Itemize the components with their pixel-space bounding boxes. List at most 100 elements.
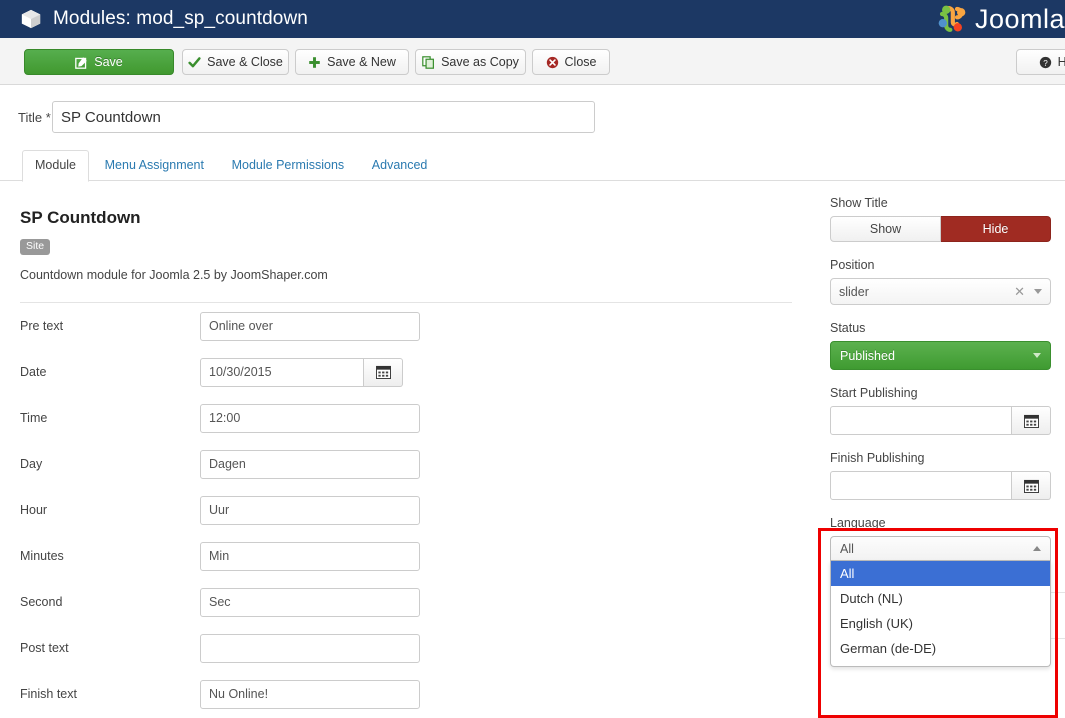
toolbar: Save Save & Close Save & New Save as Cop… (0, 38, 1065, 85)
language-block: Language All All Dutch (NL) English (UK)… (830, 516, 1051, 667)
minutes-input[interactable] (200, 542, 420, 571)
field-label-hour: Hour (20, 503, 200, 517)
field-row-day: Day (0, 441, 812, 487)
show-title-show-button[interactable]: Show (830, 216, 941, 242)
position-block: Position slider ✕ (830, 258, 1051, 305)
calendar-icon (1024, 414, 1039, 428)
clear-icon[interactable]: ✕ (1014, 284, 1034, 300)
finish-publishing-input[interactable] (830, 471, 1012, 500)
title-label: Title * (0, 110, 52, 125)
svg-text:?: ? (1043, 58, 1048, 67)
field-row-second: Second (0, 579, 812, 625)
field-label-time: Time (20, 411, 200, 425)
module-description: Countdown module for Joomla 2.5 by JoomS… (0, 268, 812, 282)
save-and-close-label: Save & Close (207, 55, 283, 69)
title-row: Title * (0, 98, 1065, 136)
tab-bar: Module Menu Assignment Module Permission… (0, 150, 1065, 181)
close-button-label: Close (565, 55, 597, 69)
pre-text-input[interactable] (200, 312, 420, 341)
language-options-list: All Dutch (NL) English (UK) German (de-D… (830, 561, 1051, 667)
language-select[interactable]: All (830, 536, 1051, 561)
module-form-left: SP Countdown Site Countdown module for J… (0, 196, 812, 717)
page-title: Modules: mod_sp_countdown (53, 8, 308, 30)
field-label-date: Date (20, 365, 200, 379)
field-row-date: Date (0, 349, 812, 395)
show-title-toggle: Show Hide (830, 216, 1051, 242)
language-option-german[interactable]: German (de-DE) (831, 636, 1050, 661)
position-value: slider (839, 285, 869, 299)
field-row-time: Time (0, 395, 812, 441)
status-select[interactable]: Published (830, 341, 1051, 370)
language-select-wrapper: All All Dutch (NL) English (UK) German (… (830, 536, 1051, 667)
show-title-hide-button[interactable]: Hide (941, 216, 1051, 242)
chevron-up-icon (1033, 546, 1041, 551)
tab-module-permissions[interactable]: Module Permissions (220, 151, 357, 181)
language-option-english[interactable]: English (UK) (831, 611, 1050, 636)
language-option-all[interactable]: All (831, 561, 1050, 586)
field-label-finish-text: Finish text (20, 687, 200, 701)
date-field-group (200, 358, 403, 387)
field-label-day: Day (20, 457, 200, 471)
start-publishing-block: Start Publishing (830, 386, 1051, 435)
second-input[interactable] (200, 588, 420, 617)
field-row-pre-text: Pre text (0, 303, 812, 349)
finish-publishing-block: Finish Publishing (830, 451, 1051, 500)
module-form-sidebar: Show Title Show Hide Position slider ✕ S… (830, 196, 1051, 683)
calendar-icon (376, 365, 391, 379)
finish-publishing-calendar-button[interactable] (1012, 471, 1051, 500)
start-publishing-calendar-button[interactable] (1012, 406, 1051, 435)
day-input[interactable] (200, 450, 420, 479)
copy-icon (422, 56, 435, 69)
edit-square-icon (75, 56, 88, 69)
finish-publishing-field (830, 471, 1051, 500)
finish-text-input[interactable] (200, 680, 420, 709)
joomla-logo-icon (935, 4, 969, 34)
hour-input[interactable] (200, 496, 420, 525)
brand-text: Joomla (975, 4, 1065, 35)
finish-publishing-label: Finish Publishing (830, 451, 1051, 465)
time-input[interactable] (200, 404, 420, 433)
joomla-brand: Joomla (935, 0, 1065, 38)
start-publishing-input[interactable] (830, 406, 1012, 435)
position-select[interactable]: slider ✕ (830, 278, 1051, 305)
field-row-post-text: Post text (0, 625, 812, 671)
field-row-finish-text: Finish text (0, 671, 812, 717)
start-publishing-field (830, 406, 1051, 435)
save-button-label: Save (94, 55, 123, 69)
module-scope-badge: Site (20, 239, 50, 255)
post-text-input[interactable] (200, 634, 420, 663)
header-left: Modules: mod_sp_countdown (0, 8, 308, 30)
tab-menu-assignment[interactable]: Menu Assignment (93, 151, 216, 181)
field-label-pre-text: Pre text (20, 319, 200, 333)
help-button-label: Help (1058, 55, 1065, 69)
save-and-close-button[interactable]: Save & Close (182, 49, 289, 75)
status-value: Published (840, 349, 895, 363)
status-label: Status (830, 321, 1051, 335)
cube-icon (20, 8, 42, 30)
save-as-copy-label: Save as Copy (441, 55, 519, 69)
save-button[interactable]: Save (24, 49, 174, 75)
close-circle-icon (546, 56, 559, 69)
language-value: All (840, 542, 854, 556)
chevron-down-icon (1033, 353, 1041, 358)
save-as-copy-button[interactable]: Save as Copy (415, 49, 526, 75)
language-option-dutch[interactable]: Dutch (NL) (831, 586, 1050, 611)
close-button[interactable]: Close (532, 49, 610, 75)
save-and-new-label: Save & New (327, 55, 396, 69)
date-input[interactable] (200, 358, 364, 387)
chevron-down-icon (1034, 289, 1042, 294)
tab-module[interactable]: Module (22, 150, 89, 182)
field-label-second: Second (20, 595, 200, 609)
calendar-icon (1024, 479, 1039, 493)
language-label: Language (830, 516, 1051, 530)
show-title-block: Show Title Show Hide (830, 196, 1051, 242)
tab-advanced[interactable]: Advanced (360, 151, 440, 181)
save-and-new-button[interactable]: Save & New (295, 49, 409, 75)
app-header: Modules: mod_sp_countdown Joomla (0, 0, 1065, 38)
date-calendar-button[interactable] (364, 358, 403, 387)
help-circle-icon: ? (1039, 56, 1052, 69)
field-label-minutes: Minutes (20, 549, 200, 563)
help-button[interactable]: ? Help (1016, 49, 1065, 75)
plus-icon (308, 56, 321, 69)
title-input[interactable] (52, 101, 595, 133)
